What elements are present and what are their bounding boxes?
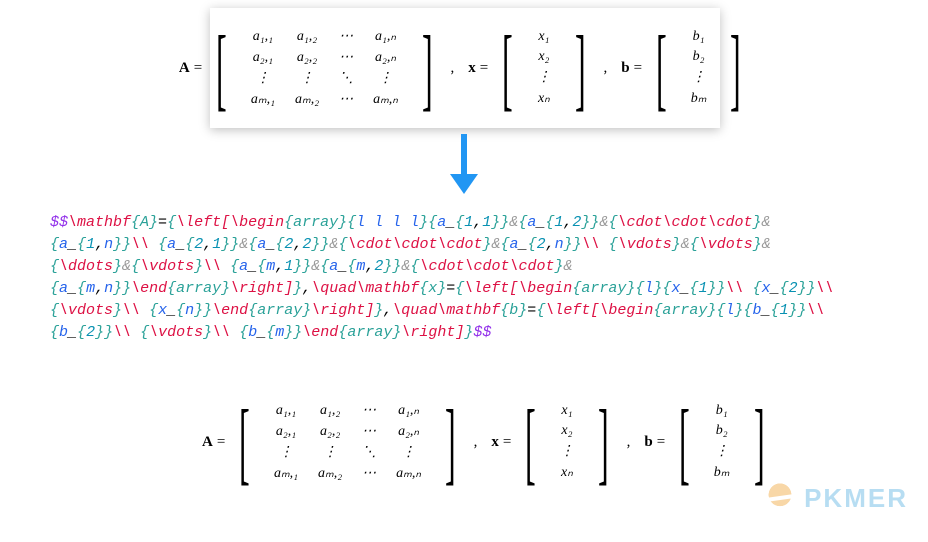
watermark-text: PKMER: [804, 483, 908, 514]
bottom-math-row: A = [a₁,₁a₁,₂⋯a₁,ₙa₂,₁a₂,₂⋯a₂,ₙ⋮⋮⋱⋮aₘ,₁a…: [202, 396, 726, 488]
watermark: PKMER: [764, 482, 908, 514]
bottom-math-row-container: A = [a₁,₁a₁,₂⋯a₁,ₙa₂,₁a₂,₂⋯a₂,ₙ⋮⋮⋱⋮aₘ,₁a…: [202, 396, 726, 488]
arrow-down-icon: [444, 134, 484, 194]
latex-source-code: $$\mathbf{A}={\left[\begin{array}{l l l …: [50, 212, 880, 344]
watermark-logo-icon: [764, 482, 796, 514]
top-math-row: A = [a₁,₁a₁,₂⋯a₁,ₙa₂,₁a₂,₂⋯a₂,ₙ⋮⋮⋱⋮aₘ,₁a…: [179, 22, 751, 114]
math-image-card: A = [a₁,₁a₁,₂⋯a₁,ₙa₂,₁a₂,₂⋯a₂,ₙ⋮⋮⋱⋮aₘ,₁a…: [210, 8, 720, 128]
